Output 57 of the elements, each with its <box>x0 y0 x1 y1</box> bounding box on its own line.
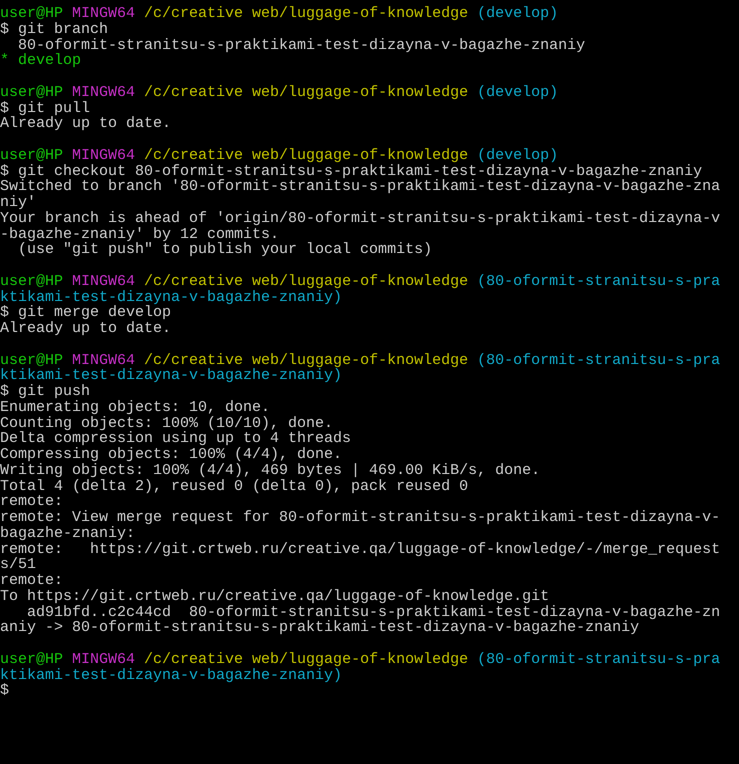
output-line: To https://git.crtweb.ru/creative.qa/luggage-of-knowledge.git <box>0 588 550 604</box>
command-line: $ git checkout 80-oformit-stranitsu-s-praktikami-test-dizayna-v-bagazhe-znaniy <box>0 164 702 180</box>
prompt-path: /c/creative web/luggage-of-knowledge <box>144 84 468 100</box>
output-line: aniy -> 80-oformit-stranitsu-s-praktikami-test-dizayna-v-bagazhe-znaniy <box>0 620 640 636</box>
output-line: Total 4 (delta 2), reused 0 (delta 0), pack reused 0 <box>0 478 468 494</box>
prompt-user: user@HP <box>0 352 64 368</box>
prompt-host: MINGW64 <box>72 148 136 164</box>
command-line: $ git merge develop <box>0 305 172 321</box>
prompt-path: /c/creative web/luggage-of-knowledge <box>144 352 468 368</box>
prompt-user: user@HP <box>0 148 64 164</box>
output-line: Writing objects: 100% (4/4), 469 bytes | 469.00 KiB/s, done. <box>0 462 540 478</box>
current-branch-line: * develop <box>0 53 82 69</box>
output-line: remote: <box>0 494 64 510</box>
output-line: Delta compression using up to 4 threads <box>0 431 352 447</box>
output-line: bagazhe-znaniy: <box>0 526 136 542</box>
prompt-host: MINGW64 <box>72 84 136 100</box>
prompt-user: user@HP <box>0 652 64 668</box>
output-line: Already up to date. <box>0 116 172 132</box>
prompt-path: /c/creative web/luggage-of-knowledge <box>144 148 468 164</box>
prompt-path: /c/creative web/luggage-of-knowledge <box>144 274 468 290</box>
prompt-host: MINGW64 <box>72 652 136 668</box>
output-line: Your branch is ahead of 'origin/80-oformit-stranitsu-s-praktikami-test-dizayna-v <box>0 210 720 226</box>
prompt-host: MINGW64 <box>72 352 136 368</box>
output-line: Compressing objects: 100% (4/4), done. <box>0 447 342 463</box>
output-line: 80-oformit-stranitsu-s-praktikami-test-dizayna-v-bagazhe-znaniy <box>17 38 586 54</box>
output-line: remote: View merge request for 80-oformit-stranitsu-s-praktikami-test-dizayna-v- <box>0 510 720 526</box>
output-line: ad91bfd..c2c44cd 80-oformit-stranitsu-s-praktikami-test-dizayna-v-bagazhe-zn <box>27 604 720 620</box>
prompt-user: user@HP <box>0 6 64 22</box>
output-line: Switched to branch '80-oformit-stranitsu-s-praktikami-test-dizayna-v-bagazhe-zna <box>0 179 720 195</box>
prompt-branch: (develop) <box>477 6 558 22</box>
prompt-branch: (80-oformit-stranitsu-s-pra <box>477 352 720 368</box>
output-line: s/51 <box>0 557 36 573</box>
output-line: niy' <box>0 195 36 211</box>
prompt-branch: (develop) <box>477 84 558 100</box>
output-line: Already up to date. <box>0 321 172 337</box>
output-line: Enumerating objects: 10, done. <box>0 400 270 416</box>
prompt-host: MINGW64 <box>72 6 136 22</box>
prompt-host: MINGW64 <box>72 274 136 290</box>
command-line: $ git branch <box>0 22 108 38</box>
prompt-path: /c/creative web/luggage-of-knowledge <box>144 652 468 668</box>
prompt-branch: (80-oformit-stranitsu-s-pra <box>477 652 720 668</box>
output-line: Counting objects: 100% (10/10), done. <box>0 416 334 432</box>
output-line: -bagazhe-znaniy' by 12 commits. <box>0 226 280 242</box>
prompt-branch: (develop) <box>477 148 558 164</box>
prompt-user: user@HP <box>0 84 64 100</box>
prompt-branch: ktikami-test-dizayna-v-bagazhe-znaniy) <box>0 668 342 684</box>
command-line: $ git pull <box>0 100 90 116</box>
command-line: $ <box>0 683 10 699</box>
prompt-branch: ktikami-test-dizayna-v-bagazhe-znaniy) <box>0 290 342 306</box>
command-line: $ git push <box>0 384 90 400</box>
prompt-branch: ktikami-test-dizayna-v-bagazhe-znaniy) <box>0 368 342 384</box>
output-line: (use "git push" to publish your local commits) <box>18 242 432 258</box>
output-line: remote: https://git.crtweb.ru/creative.qa/luggage-of-knowledge/-/merge_request <box>0 542 720 558</box>
prompt-branch: (80-oformit-stranitsu-s-pra <box>477 274 720 290</box>
output-line: remote: <box>0 573 64 589</box>
prompt-path: /c/creative web/luggage-of-knowledge <box>144 6 468 22</box>
prompt-user: user@HP <box>0 274 64 290</box>
